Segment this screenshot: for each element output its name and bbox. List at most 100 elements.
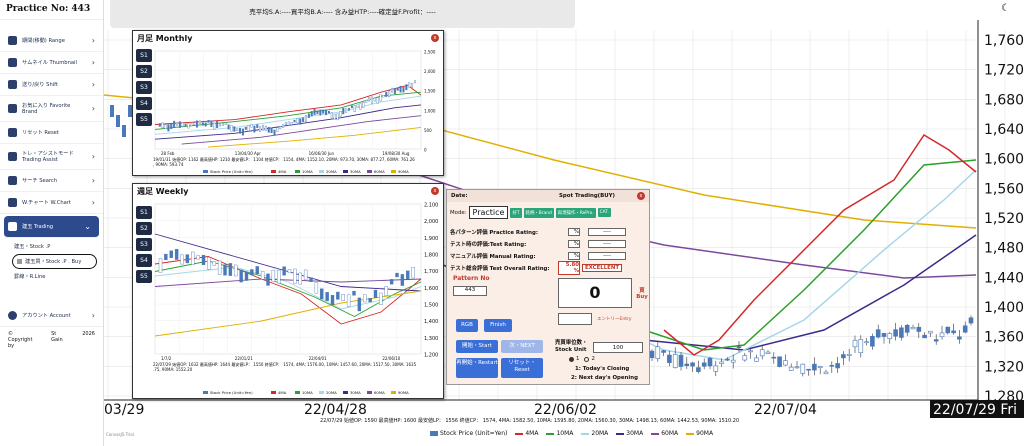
candle <box>962 325 968 333</box>
candle <box>922 334 927 339</box>
sidebar-item-account[interactable]: アカウント Account › <box>0 305 103 327</box>
legend-90ma[interactable]: 90MA <box>686 430 713 437</box>
legend-20ma[interactable]: 20MA <box>581 430 608 437</box>
rating-row: マニュアル評価 Manual Rating:% ---- <box>450 250 646 262</box>
legend-stock-price[interactable]: Stock Price (Unit=Yen) <box>430 430 507 437</box>
candle <box>303 269 308 281</box>
candle <box>806 368 811 371</box>
weekly-chart-title: 週足 Weekly <box>137 187 189 196</box>
next-button[interactable]: 次・NEXT <box>501 340 543 353</box>
trade-header: Date: Spot Trading(BUY) <box>447 190 649 202</box>
candle <box>325 292 329 301</box>
candle <box>678 354 684 367</box>
rgb-button[interactable]: RGB <box>456 319 478 332</box>
sidebar-item-thumbnail[interactable]: サムネイル Thumbnail › <box>0 52 103 74</box>
candle <box>672 354 678 368</box>
sidebar-item-trading-assist[interactable]: トレ・アシストモード Trading Assist › <box>0 144 103 170</box>
candle <box>204 122 207 127</box>
legend-30ma[interactable]: 30MA <box>616 430 643 437</box>
subitem-rline[interactable]: 罫線・R.Line <box>0 270 103 283</box>
legend-4ma[interactable]: 4MA <box>515 430 538 437</box>
legend-10ma[interactable]: 10MA <box>546 430 573 437</box>
entry-input[interactable] <box>558 313 592 325</box>
radio-next-day[interactable] <box>584 356 590 362</box>
close-icon[interactable]: x <box>431 34 439 42</box>
candle <box>266 273 270 286</box>
y-tick-label: 1,000 <box>424 108 436 113</box>
candle <box>201 255 206 265</box>
sidebar-item-range[interactable]: 期間(移動) Range › <box>0 30 103 52</box>
legend-label: 4MA <box>278 390 287 395</box>
good-t-button[interactable]: 好T <box>510 207 522 218</box>
x-tick-label: 22/04/01 <box>309 356 327 361</box>
candle <box>841 354 846 359</box>
reset-button[interactable]: リセット・Reset <box>501 358 543 378</box>
candle <box>345 108 348 113</box>
legend-60ma[interactable]: 60MA <box>651 430 678 437</box>
rating-pct: % <box>568 252 580 260</box>
repro-button[interactable]: 再現操作・RePro. <box>555 207 596 218</box>
candle <box>696 367 701 372</box>
radio-today[interactable] <box>569 356 574 362</box>
sidebar-item-reset[interactable]: リセット Reset <box>0 122 103 144</box>
y-tick-label: 1,640 <box>984 122 1024 138</box>
subitem-stock-p-buy[interactable]: 建玉買・Stock .P . Buy <box>12 254 97 269</box>
x-tick-label: 22/06/02 <box>534 402 597 418</box>
ratings-list: 各パターン評価 Practice Rating:% ---- テスト時の評価:Te… <box>450 226 646 275</box>
canvasjs-note: CanvasJS Trial <box>106 432 134 437</box>
monthly-chart-title: 月足 Monthly <box>137 34 193 43</box>
candle <box>256 124 259 128</box>
rating-value: ---- <box>588 228 626 236</box>
legend-label: 90MA <box>398 390 409 395</box>
sidebar-item-trading[interactable]: 建玉 Trading ⌄ <box>4 216 99 238</box>
rating-label: テスト総合評価 Test Overall Rating: <box>450 266 550 272</box>
close-icon[interactable]: x <box>431 187 439 195</box>
sidebar-item-label: トレ・アシストモード Trading Assist <box>22 151 74 163</box>
cat-button[interactable]: CAT. <box>597 208 611 217</box>
sidebar-item-wchart[interactable]: W.チャート W.Chart › <box>0 192 103 214</box>
candle <box>217 260 222 275</box>
y-tick-label: 1,400 <box>984 300 1024 316</box>
monthly-chart-panel[interactable]: 月足 Monthly x S1 S2 S3 S4 S5 2,500 2,000 1,… <box>132 30 444 176</box>
candle <box>298 272 302 285</box>
candle <box>904 324 910 333</box>
candle <box>690 362 695 367</box>
sidebar-item-favorite[interactable]: お気に入り Favorite Brand › <box>0 96 103 122</box>
monthly-chart[interactable]: 2,500 2,000 1,500 1,000 500 0 28 Feb 13/04/30 A… <box>133 45 443 175</box>
rating-row: テスト総合評価 Test Overall Rating: 5.80 % EXCELL… <box>450 261 646 275</box>
candle <box>400 274 405 286</box>
candle <box>368 97 371 102</box>
chevron-right-icon: › <box>91 80 95 89</box>
weekly-chart[interactable]: 2,100 2,000 1,900 1,800 1,700 1,600 1,500 1,400… <box>133 198 443 398</box>
y-tick-label: 1,600 <box>984 152 1024 168</box>
candle <box>359 103 362 110</box>
start-button[interactable]: 開始・Start <box>456 340 498 353</box>
candle <box>373 289 378 298</box>
candle <box>413 80 416 84</box>
restart-button[interactable]: 再開始・Restart <box>456 358 498 378</box>
candle <box>365 99 368 103</box>
candle <box>957 336 962 340</box>
practice-mode-button[interactable]: Practice <box>468 206 509 219</box>
stock-unit-input[interactable]: 100 <box>593 342 643 353</box>
finish-button[interactable]: Finish <box>484 319 512 332</box>
candle <box>250 269 254 276</box>
candle <box>336 291 340 300</box>
weekly-chart-panel[interactable]: 週足 Weekly x S1 S2 S3 S4 S5 2,100 2,000 1,9… <box>132 183 444 399</box>
x-tick-label: 28 Feb <box>161 151 175 156</box>
candle <box>783 360 788 366</box>
y-tick-label: 1,320 <box>984 359 1024 375</box>
sidebar-item-search[interactable]: サーチ Search › <box>0 170 103 192</box>
candle <box>325 109 328 116</box>
chart-info-text: .75, 90MA: 1552.20 <box>153 367 193 372</box>
close-icon[interactable]: x <box>637 192 645 200</box>
candle <box>284 122 287 126</box>
candle <box>233 126 236 132</box>
sidebar-item-shift[interactable]: 送り/戻り Shift › <box>0 74 103 96</box>
candle <box>223 264 227 276</box>
subitem-stock-p[interactable]: 建玉・Stock .P <box>0 240 103 253</box>
brand-button[interactable]: 銘柄・Brand <box>523 207 554 218</box>
candle <box>193 122 196 125</box>
dark-mode-icon[interactable]: ☾ <box>1001 3 1010 14</box>
sidebar-item-label: サムネイル Thumbnail <box>22 60 77 66</box>
